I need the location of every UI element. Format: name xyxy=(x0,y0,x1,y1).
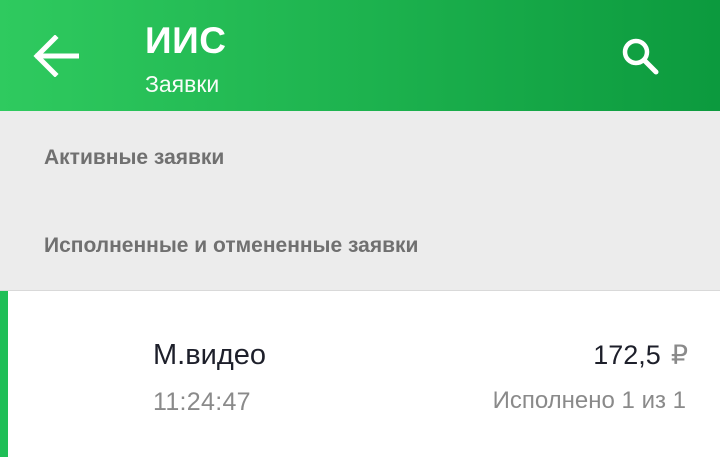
search-button[interactable] xyxy=(610,26,670,86)
order-sections: Активные заявки Исполненные и отмененные… xyxy=(0,111,720,291)
order-row[interactable]: М.видео 11:24:47 172,5 ₽ Исполнено 1 из 1 xyxy=(0,291,720,457)
order-price: 172,5 ₽ xyxy=(593,338,688,372)
page-subtitle: Заявки xyxy=(145,71,220,97)
active-orders-link[interactable]: Активные заявки xyxy=(44,145,224,171)
order-time: 11:24:47 xyxy=(153,388,251,416)
back-button[interactable] xyxy=(22,22,90,90)
page-title: ИИС xyxy=(145,20,227,61)
order-status: Исполнено 1 из 1 xyxy=(492,387,686,414)
app-bar: ИИС Заявки xyxy=(0,0,720,111)
arrow-left-icon xyxy=(33,35,79,77)
order-status-indicator xyxy=(0,291,8,457)
completed-orders-link[interactable]: Исполненные и отмененные заявки xyxy=(44,233,418,259)
order-instrument-name: М.видео xyxy=(153,339,266,371)
order-price-value: 172,5 xyxy=(593,340,661,370)
ruble-icon: ₽ xyxy=(670,340,688,370)
search-icon xyxy=(622,38,659,75)
